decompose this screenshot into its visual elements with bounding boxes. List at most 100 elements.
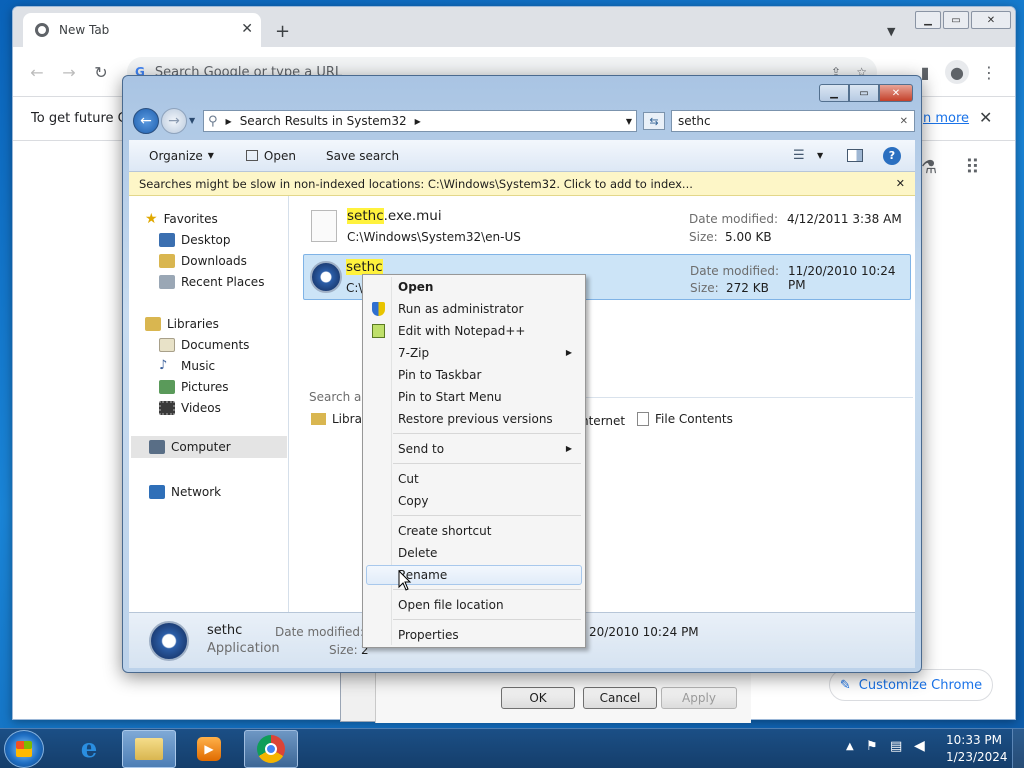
labs-flask-icon[interactable]: ⚗ xyxy=(921,157,937,178)
result-item[interactable]: sethc.exe.mui C:\Windows\System32\en-US … xyxy=(305,206,909,250)
taskbar-chrome[interactable] xyxy=(244,730,298,768)
menu-copy-label: Copy xyxy=(398,494,429,508)
details-date-label: Date modified: 1 xyxy=(275,625,376,639)
show-hidden-icons[interactable]: ▲ xyxy=(846,741,854,752)
infobar-text: To get future Go xyxy=(31,111,136,126)
close-window-button[interactable]: ✕ xyxy=(971,11,1011,29)
back-icon[interactable]: ← xyxy=(25,60,49,84)
profile-avatar-icon[interactable]: ● xyxy=(945,60,969,84)
nav-pictures[interactable]: Pictures xyxy=(159,376,229,397)
menu-item-edit-notepad[interactable]: Edit with Notepad++ xyxy=(366,321,582,341)
menu-item-pin-start[interactable]: Pin to Start Menu xyxy=(366,387,582,407)
nav-libraries[interactable]: Libraries xyxy=(145,313,219,334)
clock-time[interactable]: 10:33 PM xyxy=(946,733,1002,747)
open-button[interactable]: Open xyxy=(245,149,296,163)
chrome-menu-icon[interactable]: ⋮ xyxy=(977,60,1001,84)
preview-pane-icon[interactable] xyxy=(847,149,863,162)
nav-computer[interactable]: Computer xyxy=(131,436,287,458)
menu-notepad-label: Edit with Notepad++ xyxy=(398,324,526,338)
index-notice-text: Searches might be slow in non-indexed lo… xyxy=(139,176,693,191)
nav-recent-places[interactable]: Recent Places xyxy=(159,271,264,292)
new-tab-button[interactable]: + xyxy=(275,21,290,42)
nav-documents[interactable]: Documents xyxy=(159,334,249,355)
infobar-learn-more-link[interactable]: n more xyxy=(923,111,969,126)
clear-search-icon[interactable]: ✕ xyxy=(900,116,908,127)
menu-item-send-to[interactable]: Send to ▶ xyxy=(366,439,582,459)
nav-pictures-label: Pictures xyxy=(181,379,229,394)
infobar-close-icon[interactable]: ✕ xyxy=(979,108,992,127)
network-tray-icon[interactable]: ▤ xyxy=(890,739,902,754)
tab-title: New Tab xyxy=(59,23,110,37)
recent-pages-dropdown-icon[interactable]: ▼ xyxy=(189,116,195,125)
taskbar-explorer[interactable] xyxy=(122,730,176,768)
close-notice-icon[interactable]: ✕ xyxy=(896,177,905,190)
network-icon xyxy=(149,484,165,499)
menu-send-to-label: Send to xyxy=(398,442,445,456)
nav-recent-label: Recent Places xyxy=(181,274,265,289)
menu-item-open-location[interactable]: Open file location xyxy=(366,595,582,615)
save-search-button[interactable]: Save search xyxy=(326,149,399,163)
explorer-minimize-button[interactable]: ▁ xyxy=(819,84,849,102)
forward-arrow-icon[interactable]: → xyxy=(161,108,187,134)
nav-downloads[interactable]: Downloads xyxy=(159,250,247,271)
view-dropdown-icon[interactable]: ▼ xyxy=(817,151,823,160)
nav-documents-label: Documents xyxy=(181,337,250,352)
index-notice-bar[interactable]: Searches might be slow in non-indexed lo… xyxy=(129,172,915,196)
reload-icon[interactable]: ↻ xyxy=(89,60,113,84)
maximize-button[interactable]: ▭ xyxy=(943,11,969,29)
taskbar-media-player[interactable]: ▶ xyxy=(182,730,236,768)
menu-item-copy[interactable]: Copy xyxy=(366,491,582,511)
help-icon[interactable]: ? xyxy=(883,146,901,165)
explorer-close-button[interactable]: ✕ xyxy=(879,84,913,102)
tab-search-icon[interactable]: ▼ xyxy=(887,25,895,38)
search-again-file-contents[interactable]: File Contents xyxy=(637,412,733,426)
breadcrumb-arrow-icon-2[interactable]: ▶ xyxy=(415,117,421,126)
menu-item-open[interactable]: Open xyxy=(366,277,582,297)
nav-downloads-label: Downloads xyxy=(181,253,247,268)
organize-button[interactable]: Organize ▼ xyxy=(149,149,214,163)
nav-network-label: Network xyxy=(171,484,222,499)
nav-desktop[interactable]: Desktop xyxy=(159,229,231,250)
forward-icon[interactable]: → xyxy=(57,60,81,84)
minimize-button[interactable]: ▁ xyxy=(915,11,941,29)
nav-favorites[interactable]: ★ Favorites xyxy=(145,208,218,229)
start-button[interactable] xyxy=(4,730,44,768)
nav-network[interactable]: Network xyxy=(149,481,221,502)
nav-videos[interactable]: Videos xyxy=(159,397,221,418)
breadcrumb-search-results[interactable]: Search Results in System32 xyxy=(240,114,407,128)
menu-item-delete[interactable]: Delete xyxy=(366,543,582,563)
explorer-maximize-button[interactable]: ▭ xyxy=(849,84,879,102)
menu-item-create-shortcut[interactable]: Create shortcut xyxy=(366,521,582,541)
menu-pin-taskbar-label: Pin to Taskbar xyxy=(398,368,482,382)
search-box[interactable]: sethc ✕ xyxy=(671,110,915,132)
tab-new-tab[interactable]: New Tab ✕ xyxy=(23,13,261,47)
address-bar[interactable]: ⚲ ▶ Search Results in System32 ▶ ▼ xyxy=(203,110,637,132)
view-options-icon[interactable]: ☰ xyxy=(793,148,805,163)
menu-restore-label: Restore previous versions xyxy=(398,412,553,426)
menu-item-cut[interactable]: Cut xyxy=(366,469,582,489)
ok-button[interactable]: OK xyxy=(501,687,575,709)
chrome-tab-icon xyxy=(35,23,49,37)
volume-icon[interactable]: ◀ xyxy=(914,738,925,754)
action-center-icon[interactable]: ⚑ xyxy=(866,739,878,754)
apply-button[interactable]: Apply xyxy=(661,687,737,709)
menu-item-pin-taskbar[interactable]: Pin to Taskbar xyxy=(366,365,582,385)
menu-item-run-as-administrator[interactable]: Run as administrator xyxy=(366,299,582,319)
close-tab-icon[interactable]: ✕ xyxy=(241,21,253,37)
show-desktop-button[interactable] xyxy=(1012,729,1024,768)
customize-chrome-button[interactable]: ✎ Customize Chrome xyxy=(829,669,993,701)
menu-item-properties[interactable]: Properties xyxy=(366,625,582,645)
taskbar-internet-explorer[interactable]: e xyxy=(62,730,116,768)
menu-item-restore-versions[interactable]: Restore previous versions xyxy=(366,409,582,429)
apps-grid-icon[interactable]: ⠿ xyxy=(965,155,980,179)
menu-item-7zip[interactable]: 7-Zip ▶ xyxy=(366,343,582,363)
context-menu: Open Run as administrator Edit with Note… xyxy=(362,274,586,648)
nav-music[interactable]: ♪ Music xyxy=(159,355,215,376)
search-again-internet[interactable]: nternet xyxy=(581,414,625,428)
breadcrumb-arrow-icon[interactable]: ▶ xyxy=(226,117,232,126)
address-dropdown-icon[interactable]: ▼ xyxy=(626,117,632,126)
cancel-button[interactable]: Cancel xyxy=(583,687,657,709)
clock-date[interactable]: 1/23/2024 xyxy=(946,750,1008,764)
back-arrow-icon[interactable]: ← xyxy=(133,108,159,134)
refresh-icon[interactable]: ⇆ xyxy=(643,112,665,130)
